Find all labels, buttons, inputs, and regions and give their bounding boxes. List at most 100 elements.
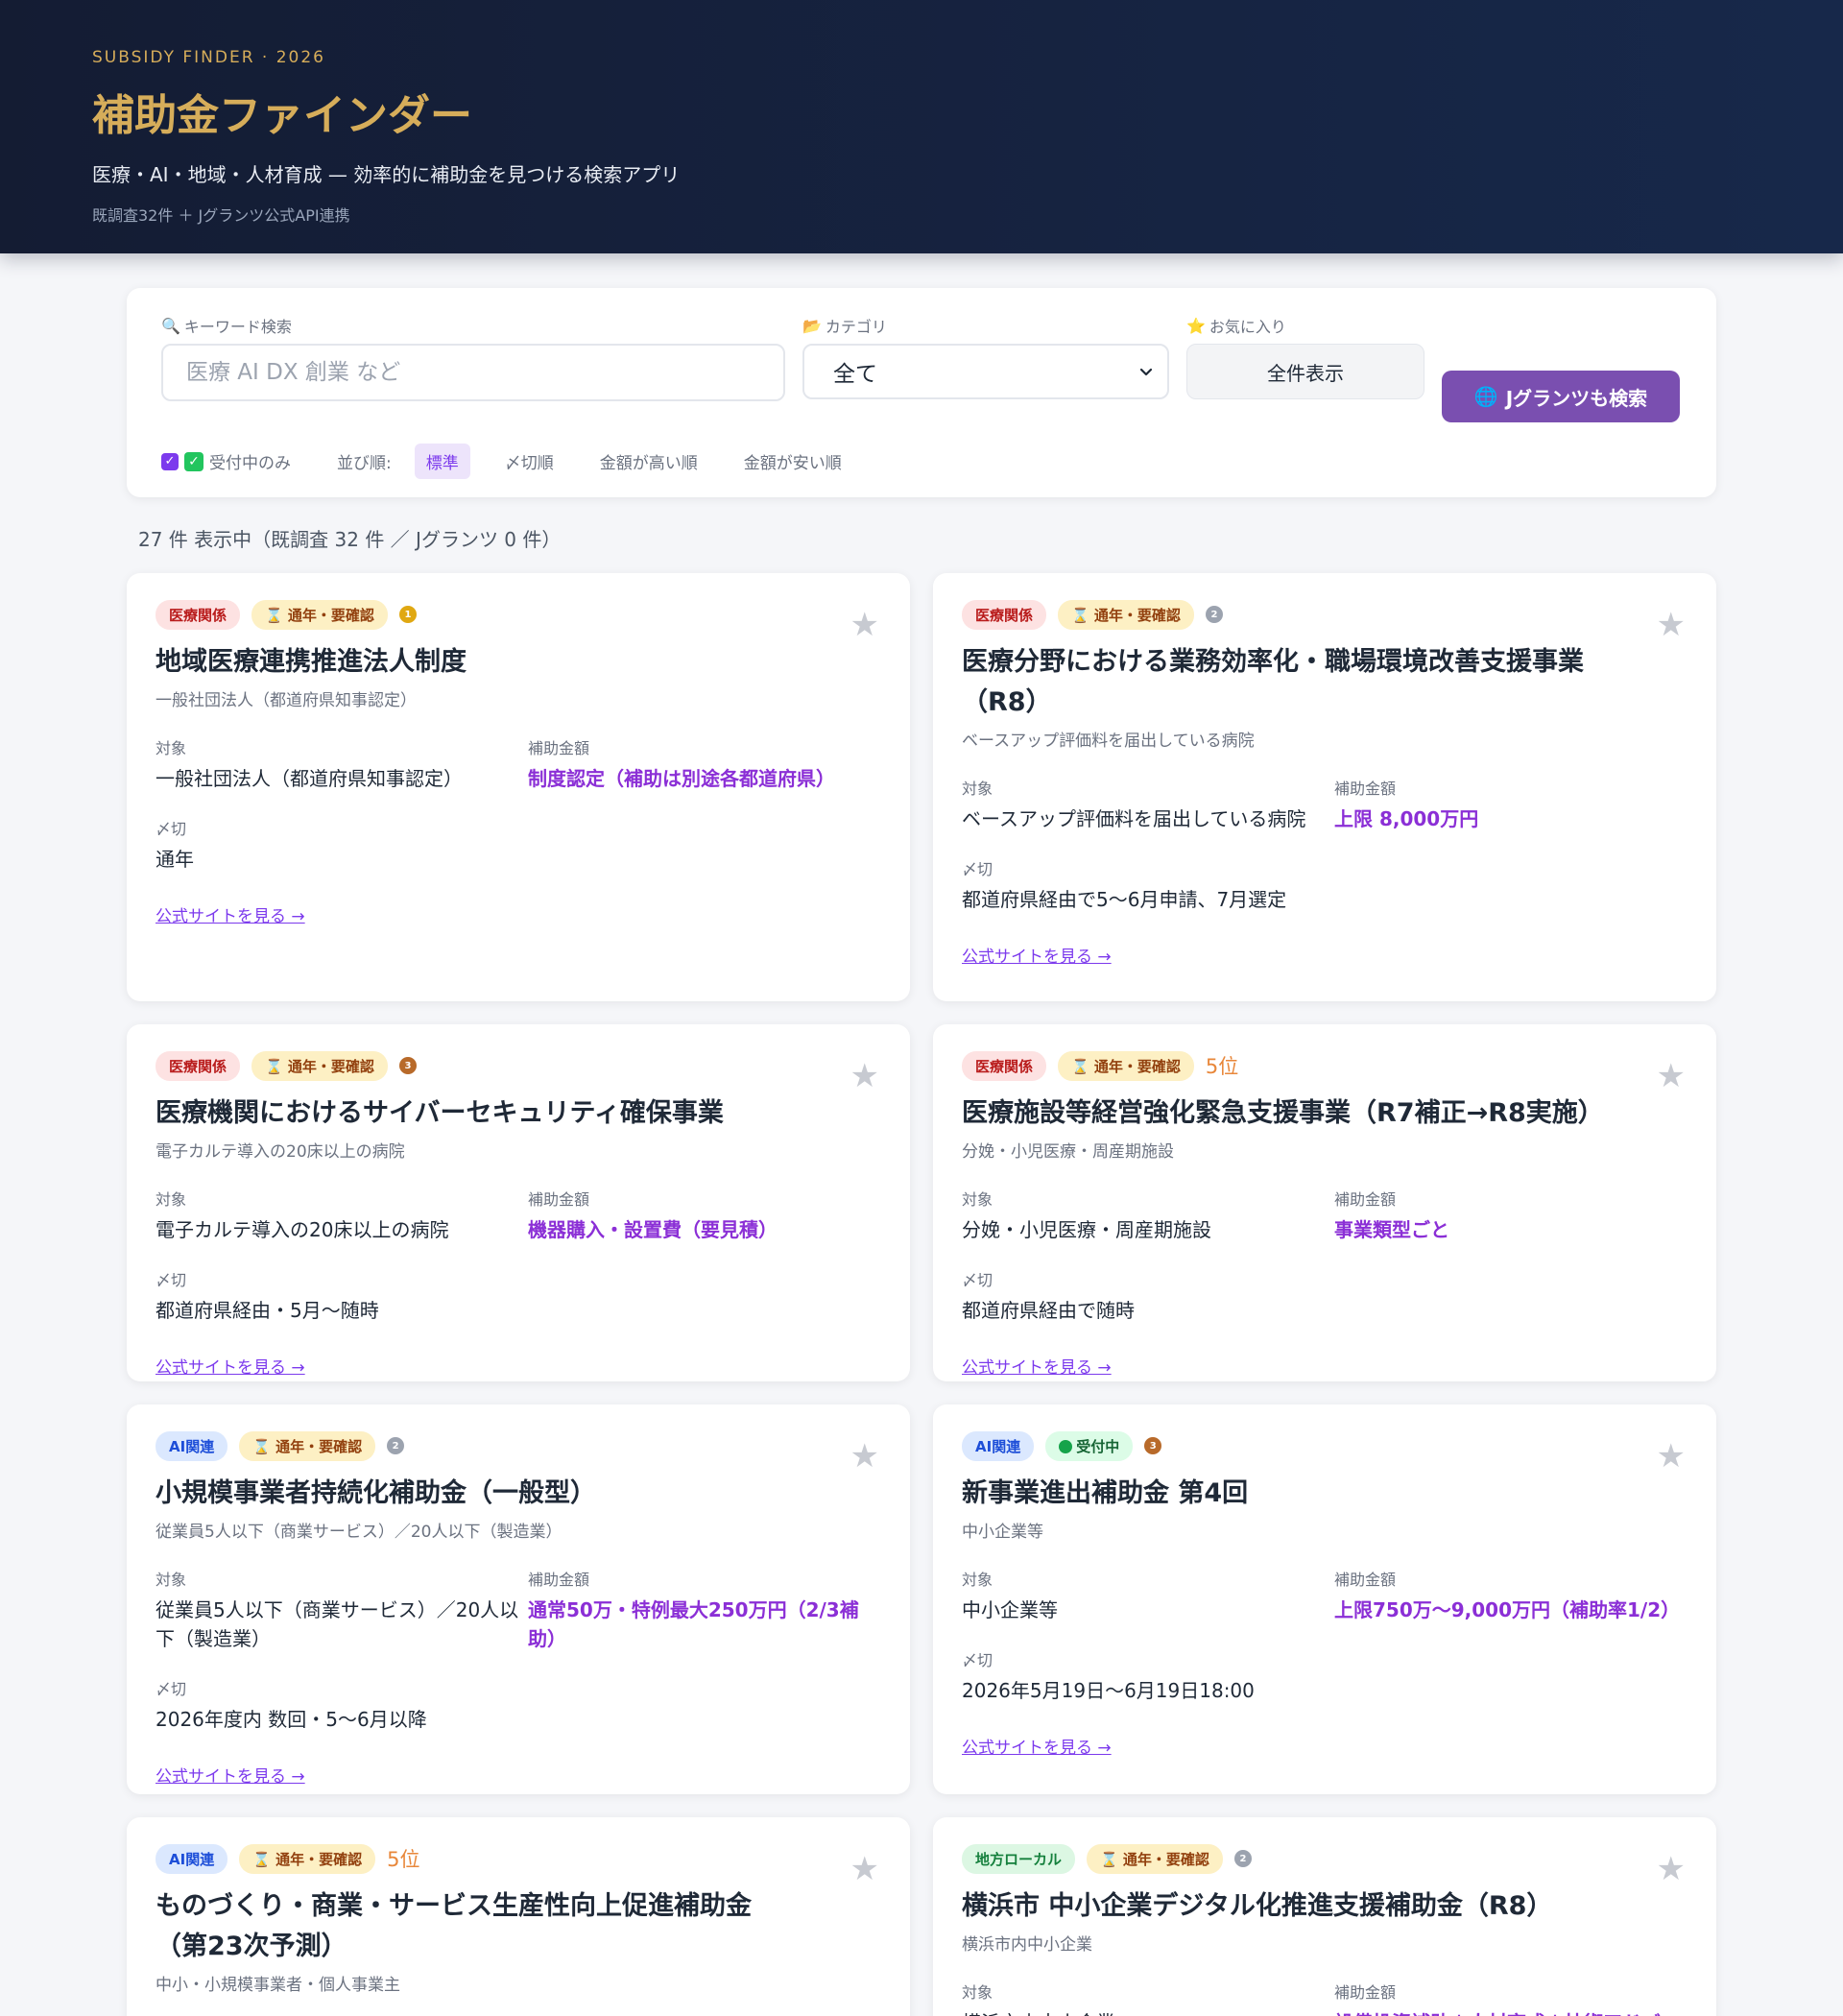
results-grid: 医療関係 ⌛ 通年・要確認 1 ★ 地域医療連携推進法人制度一般社団法人（都道府県知事認… bbox=[127, 573, 1716, 2016]
bronze-medal-icon: 3 bbox=[398, 1057, 417, 1074]
silver-medal-icon: 2 bbox=[1233, 1850, 1252, 1867]
jgrants-search-button[interactable]: 🌐 Jグランツも検索 bbox=[1442, 371, 1680, 422]
amount-label: 補助金額 bbox=[1334, 1189, 1397, 1209]
subsidy-subtitle: 従業員5人以下（商業サービス）／20人以下（製造業） bbox=[156, 1522, 562, 1542]
target-label: 対象 bbox=[962, 1570, 993, 1589]
favorite-star-icon[interactable]: ★ bbox=[1657, 1850, 1686, 1888]
category-tag: 医療関係 bbox=[156, 599, 241, 630]
subsidy-title: 医療施設等経営強化緊急支援事業（R7補正→R8実施） bbox=[962, 1098, 1604, 1128]
category-selected-value: 全て bbox=[833, 362, 877, 387]
subsidy-card: 医療関係 ⌛ 通年・要確認 2 ★ 医療分野における業務効率化・職場環境改善支援事業（R… bbox=[933, 573, 1716, 1001]
category-tag: 医療関係 bbox=[962, 1050, 1047, 1081]
amount-label: 補助金額 bbox=[528, 738, 590, 757]
target-label: 対象 bbox=[156, 1570, 187, 1589]
status-text: ⌛ 通年・要確認 bbox=[252, 1437, 363, 1455]
open-only-checkbox[interactable]: ✓ bbox=[161, 452, 179, 470]
subsidy-title: 横浜市 中小企業デジタル化推進支援補助金（R8） bbox=[962, 1891, 1553, 1921]
category-label: カテゴリ bbox=[825, 318, 887, 336]
bronze-medal-icon: 3 bbox=[1144, 1437, 1162, 1454]
deadline-label: 〆切 bbox=[962, 859, 993, 878]
subsidy-title: 新事業進出補助金 第4回 bbox=[962, 1478, 1249, 1508]
status-text: ⌛ 通年・要確認 bbox=[1100, 1850, 1209, 1868]
gold-medal-icon: 1 bbox=[398, 606, 417, 623]
target-label: 対象 bbox=[156, 1189, 187, 1209]
target-label: 対象 bbox=[962, 779, 993, 798]
subsidy-title: 医療分野における業務効率化・職場環境改善支援事業（R8） bbox=[962, 647, 1584, 717]
sort-amount-desc-button[interactable]: 金額が高い順 bbox=[588, 444, 709, 479]
sort-amount-asc-button[interactable]: 金額が安い順 bbox=[732, 444, 853, 479]
amount-value: 上限 8,000万円 bbox=[1334, 806, 1479, 830]
favorites-label: お気に入り bbox=[1209, 318, 1286, 336]
favorite-star-icon[interactable]: ★ bbox=[850, 1437, 879, 1476]
green-circle-icon bbox=[1059, 1439, 1073, 1453]
deadline-value: 都道府県経由・5月〜随時 bbox=[156, 1298, 379, 1322]
official-site-link[interactable]: 公式サイトを見る → bbox=[962, 1354, 1112, 1378]
category-tag: AI関連 bbox=[156, 1430, 228, 1461]
official-site-link[interactable]: 公式サイトを見る → bbox=[962, 1734, 1112, 1758]
silver-medal-icon: 2 bbox=[387, 1437, 405, 1454]
keyword-label: キーワード検索 bbox=[183, 318, 292, 336]
subsidy-subtitle: 分娩・小児医療・周産期施設 bbox=[962, 1141, 1174, 1162]
subsidy-card: AI関連 受付中 3 ★ 新事業進出補助金 第4回 中小企業等 対象 中小企業等 補助金額 上限7… bbox=[933, 1404, 1716, 1794]
target-label: 対象 bbox=[962, 1189, 993, 1209]
deadline-value: 2026年度内 数回・5〜6月以降 bbox=[156, 1707, 427, 1731]
amount-value: 上限750万〜9,000万円（補助率1/2） bbox=[1334, 1597, 1681, 1621]
sort-deadline-button[interactable]: 〆切順 bbox=[493, 444, 565, 479]
status-text: ⌛ 通年・要確認 bbox=[252, 1850, 363, 1868]
status-badge: ⌛ 通年・要確認 bbox=[251, 599, 388, 630]
jgrants-button-label: Jグランツも検索 bbox=[1505, 386, 1648, 410]
amount-value: 通常50万・特例最大250万円（2/3補助） bbox=[528, 1597, 859, 1650]
silver-medal-icon: 2 bbox=[1205, 606, 1223, 623]
amount-value: 制度認定（補助は別途各都道府県） bbox=[528, 766, 835, 790]
search-icon: 🔍 bbox=[161, 316, 180, 335]
star-icon: ⭐ bbox=[1186, 316, 1206, 335]
subsidy-card: AI関連 ⌛ 通年・要確認 2 ★ 小規模事業者持続化補助金（一般型） 従業員5人以下（商… bbox=[127, 1404, 910, 1794]
deadline-label: 〆切 bbox=[962, 1270, 993, 1289]
amount-value: 機器購入・設置費（要見積） bbox=[528, 1217, 778, 1241]
amount-label: 補助金額 bbox=[1334, 1570, 1397, 1589]
official-site-link[interactable]: 公式サイトを見る → bbox=[156, 1763, 305, 1787]
amount-value: 事業類型ごと bbox=[1334, 1217, 1449, 1241]
status-badge: ⌛ 通年・要確認 bbox=[1058, 1050, 1194, 1081]
favorite-star-icon[interactable]: ★ bbox=[1657, 1437, 1686, 1476]
status-badge: ⌛ 通年・要確認 bbox=[239, 1843, 376, 1874]
subsidy-card: 医療関係 ⌛ 通年・要確認 5位 ★ 医療施設等経営強化緊急支援事業（R7補正→R8実施… bbox=[933, 1024, 1716, 1381]
subsidy-title: 医療機関におけるサイバーセキュリティ確保事業 bbox=[156, 1098, 724, 1128]
app-subtitle: 医療・AI・地域・人材育成 — 効率的に補助金を見つける検索アプリ bbox=[92, 163, 681, 186]
subsidy-title: 小規模事業者持続化補助金（一般型） bbox=[156, 1478, 596, 1508]
rank-label: 5位 bbox=[1205, 1055, 1239, 1078]
category-tag: 地方ローカル bbox=[962, 1843, 1076, 1874]
favorite-star-icon[interactable]: ★ bbox=[850, 1850, 879, 1888]
favorite-star-icon[interactable]: ★ bbox=[850, 606, 879, 644]
target-label: 対象 bbox=[962, 1982, 993, 2002]
amount-label: 補助金額 bbox=[528, 1189, 590, 1209]
favorite-star-icon[interactable]: ★ bbox=[850, 1057, 879, 1095]
official-site-link[interactable]: 公式サイトを見る → bbox=[962, 943, 1112, 967]
subsidy-card: 地方ローカル ⌛ 通年・要確認 2 ★ 横浜市 中小企業デジタル化推進支援補助金（R8）… bbox=[933, 1817, 1716, 2016]
show-all-button[interactable]: 全件表示 bbox=[1186, 344, 1424, 399]
deadline-value: 都道府県経由で5〜6月申請、7月選定 bbox=[962, 887, 1287, 911]
rank-label: 5位 bbox=[387, 1848, 420, 1871]
amount-label: 補助金額 bbox=[528, 1570, 590, 1589]
favorite-star-icon[interactable]: ★ bbox=[1657, 1057, 1686, 1095]
amount-value: 設備投資補助＋人材育成＋技術アドバ bbox=[1334, 2008, 1687, 2016]
sort-default-button[interactable]: 標準 bbox=[414, 444, 470, 479]
app-header: SUBSIDY FINDER · 2026 補助金ファインダー 医療・AI・地域… bbox=[0, 0, 1843, 253]
category-select[interactable]: 全て bbox=[802, 344, 1169, 399]
subsidy-subtitle: 一般社団法人（都道府県知事認定） bbox=[156, 690, 417, 710]
subsidy-card: 医療関係 ⌛ 通年・要確認 3 ★ 医療機関におけるサイバーセキュリティ確保事業 電子カル… bbox=[127, 1024, 910, 1381]
keyword-search-input[interactable] bbox=[161, 344, 785, 401]
status-text: ⌛ 通年・要確認 bbox=[265, 1057, 374, 1075]
status-badge: ⌛ 通年・要確認 bbox=[1058, 599, 1194, 630]
open-only-label: 受付中のみ bbox=[209, 454, 291, 473]
status-text: ⌛ 通年・要確認 bbox=[1071, 606, 1181, 624]
official-site-link[interactable]: 公式サイトを見る → bbox=[156, 902, 305, 926]
folder-icon: 📂 bbox=[802, 316, 822, 335]
official-site-link[interactable]: 公式サイトを見る → bbox=[156, 1354, 305, 1378]
subsidy-title: 地域医療連携推進法人制度 bbox=[156, 647, 467, 677]
globe-icon: 🌐 bbox=[1473, 385, 1498, 408]
deadline-value: 都道府県経由で随時 bbox=[962, 1298, 1135, 1322]
subsidy-subtitle: 電子カルテ導入の20床以上の病院 bbox=[156, 1141, 405, 1162]
target-value: 分娩・小児医療・周産期施設 bbox=[962, 1217, 1211, 1241]
favorite-star-icon[interactable]: ★ bbox=[1657, 606, 1686, 644]
